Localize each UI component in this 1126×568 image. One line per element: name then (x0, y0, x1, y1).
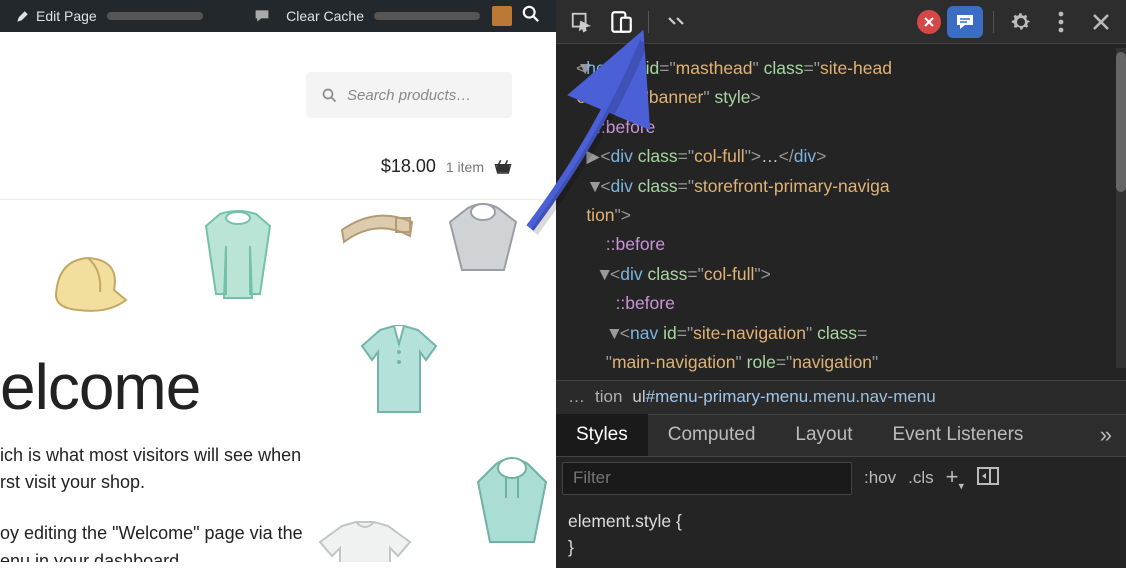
close-devtools-button[interactable] (1084, 5, 1118, 39)
admin-dash (374, 12, 480, 20)
search-products-input[interactable]: Search products… (306, 72, 512, 118)
tab-computed[interactable]: Computed (648, 414, 776, 456)
hero-area: elcome ich is what most visitors will se… (0, 200, 556, 562)
tab-event-listeners[interactable]: Event Listeners (872, 414, 1043, 456)
styles-tabs: Styles Computed Layout Event Listeners » (556, 414, 1126, 456)
breadcrumb-tion[interactable]: tion (595, 387, 622, 407)
hov-toggle[interactable]: :hov (864, 468, 896, 488)
search-placeholder: Search products… (347, 87, 471, 104)
annotation-arrow (498, 28, 658, 238)
toggle-sidebar-button[interactable] (976, 466, 1000, 491)
kebab-menu-button[interactable] (1044, 5, 1078, 39)
hoodie-teal-illustration (472, 450, 552, 550)
welcome-line4: enu in your dashboard. (0, 551, 184, 562)
styles-pane[interactable]: element.style { } (556, 500, 1126, 568)
breadcrumb-dots: … (568, 387, 585, 407)
avatar[interactable] (492, 6, 512, 26)
edit-page-label: Edit Page (36, 8, 97, 24)
breadcrumb-selected[interactable]: ul#menu-primary-menu.menu.nav-menu (632, 387, 935, 407)
welcome-line1: ich is what most visitors will see when (0, 445, 301, 465)
close-brace: } (568, 537, 574, 557)
cart-link[interactable]: $18.00 1 item (0, 138, 556, 200)
cart-price: $18.00 (381, 156, 436, 177)
tab-layout[interactable]: Layout (775, 414, 872, 456)
feedback-button[interactable] (947, 6, 983, 38)
more-tabs-button[interactable] (659, 5, 693, 39)
tab-styles[interactable]: Styles (556, 414, 648, 456)
polo-illustration (354, 320, 444, 420)
welcome-line3: oy editing the "Welcome" page via the (0, 523, 303, 543)
site-header: Search products… $18.00 1 item elcome (0, 32, 556, 562)
settings-button[interactable] (1004, 5, 1038, 39)
cap-illustration (38, 240, 134, 322)
cls-toggle[interactable]: .cls (908, 468, 934, 488)
welcome-line2: rst visit your shop. (0, 472, 145, 492)
styles-filter-row: :hov .cls +▾ (556, 456, 1126, 500)
dom-scrollbar[interactable] (1116, 48, 1126, 368)
tshirt-illustration (314, 518, 416, 562)
tabs-overflow-button[interactable]: » (1086, 422, 1126, 448)
comment-icon (254, 8, 270, 24)
styles-filter-input[interactable] (562, 462, 852, 495)
scroll-thumb[interactable] (1116, 52, 1126, 192)
new-style-rule-button[interactable]: +▾ (946, 464, 964, 492)
search-icon (322, 88, 337, 103)
belt-illustration (336, 200, 418, 250)
wp-admin-bar: Edit Page Clear Cache (0, 0, 556, 32)
welcome-text-block: elcome ich is what most visitors will se… (0, 350, 303, 562)
welcome-title: elcome (0, 350, 303, 424)
website-preview: Edit Page Clear Cache Search products… $… (0, 0, 556, 568)
pencil-icon (14, 8, 30, 24)
admin-dash (107, 12, 203, 20)
clear-cache-link[interactable]: Clear Cache (278, 0, 488, 32)
clear-cache-label: Clear Cache (286, 8, 364, 24)
comments-link[interactable] (246, 0, 278, 32)
dom-breadcrumb[interactable]: … tion ul#menu-primary-menu.menu.nav-men… (556, 380, 1126, 414)
longsleeve-illustration (190, 206, 286, 306)
element-style-selector: element.style { (568, 511, 682, 531)
errors-badge[interactable] (917, 10, 941, 34)
cart-items: 1 item (446, 159, 484, 175)
edit-page-link[interactable]: Edit Page (6, 0, 211, 32)
search-icon[interactable] (522, 5, 540, 28)
